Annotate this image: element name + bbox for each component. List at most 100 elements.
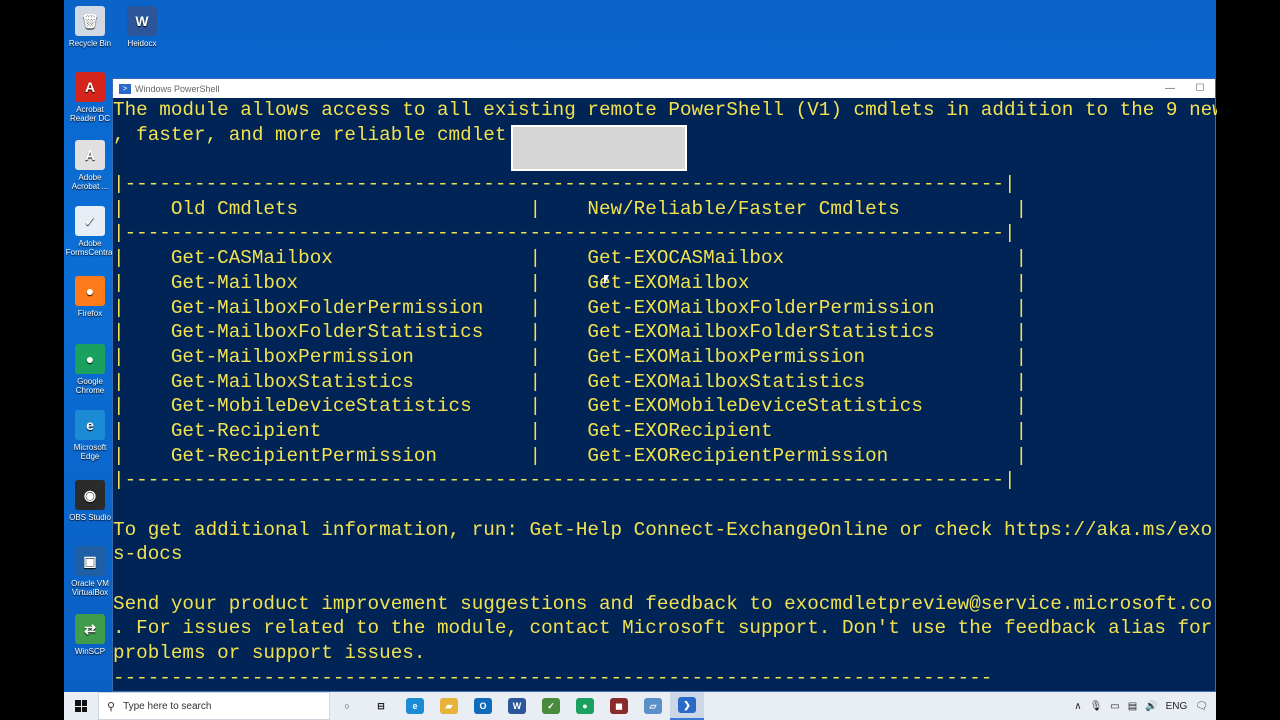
console-line: | Get-Mailbox | Get-EXOMailbox | (113, 271, 1028, 294)
chrome-icon: ● (576, 698, 594, 714)
desktop-icon[interactable]: A Acrobat Reader DC (64, 72, 116, 123)
taskbar-app-outlook[interactable]: O (466, 692, 500, 720)
console-line: | Get-MailboxPermission | Get-EXOMailbox… (113, 345, 1028, 368)
app-icon: 🗑 (75, 6, 105, 36)
console-line: |---------------------------------------… (113, 222, 1016, 245)
app-icon: ● (75, 344, 105, 374)
console-line: Send your product improvement suggestion… (113, 592, 1213, 615)
mouse-cursor-icon (604, 275, 609, 285)
desktop-icon-label: Recycle Bin (68, 39, 112, 48)
windows-logo-icon (75, 700, 87, 712)
app-icon: W (127, 6, 157, 36)
powershell-icon: > (119, 83, 131, 94)
volume-icon[interactable]: 🔊 (1145, 701, 1157, 712)
file-explorer-icon: ▰ (440, 698, 458, 714)
desktop-icon[interactable]: ⇄ WinSCP (64, 614, 116, 656)
minimize-button[interactable]: — (1155, 83, 1185, 94)
desktop-icon-label: Heidocx (127, 39, 157, 48)
console-line: |---------------------------------------… (113, 173, 1016, 196)
taskbar-app-terminal[interactable]: ▱ (636, 692, 670, 720)
network-icon[interactable]: ▭ (1110, 701, 1119, 712)
tray-chevron-icon[interactable]: ∧ (1074, 701, 1081, 712)
console-line: | Get-MailboxFolderStatistics | Get-EXOM… (113, 321, 1028, 344)
desktop-icon[interactable]: A Adobe Acrobat ... (64, 140, 116, 191)
display-icon[interactable]: ▤ (1128, 701, 1137, 712)
app-icon: ⇄ (75, 614, 105, 644)
outlook-icon: O (474, 698, 492, 714)
desktop-icon[interactable]: ● Google Chrome (64, 344, 116, 395)
desktop-icon-label: Google Chrome (75, 377, 105, 395)
console-line: | Get-RecipientPermission | Get-EXORecip… (113, 444, 1028, 467)
console-line: | Get-Recipient | Get-EXORecipient | (113, 419, 1028, 442)
taskbar-app-task-view[interactable]: ○ (330, 692, 364, 720)
desktop-icon-label: WinSCP (74, 647, 106, 656)
app-icon: ▣ (75, 546, 105, 576)
desktop-icon-label: Acrobat Reader DC (69, 105, 110, 123)
app-icon: A (75, 72, 105, 102)
console-line: . For issues related to the module, cont… (113, 617, 1213, 640)
left-letterbox (0, 0, 64, 720)
powershell-icon: ❯ (678, 697, 696, 713)
taskbar-app-edge[interactable]: e (398, 692, 432, 720)
desktop-icon-label: Oracle VM VirtualBox (71, 579, 109, 597)
right-letterbox (1216, 0, 1280, 720)
edge-icon: e (406, 698, 424, 714)
maximize-button[interactable]: ☐ (1185, 83, 1215, 94)
app-icon: ◉ (75, 480, 105, 510)
desktop-icon-label: Adobe FormsCentral (65, 239, 115, 257)
taskbar-app-chrome[interactable]: ● (568, 692, 602, 720)
powershell-window[interactable]: > Windows PowerShell — ☐ The module allo… (112, 78, 1217, 692)
console-output[interactable]: The module allows access to all existing… (113, 98, 1217, 692)
widgets-icon: ⊟ (377, 700, 385, 711)
desktop-icon[interactable]: ✓ Adobe FormsCentral (64, 206, 116, 257)
console-line: problems or support issues. (113, 642, 426, 665)
taskbar-app-excel-like[interactable]: ✓ (534, 692, 568, 720)
window-titlebar[interactable]: > Windows PowerShell — ☐ (113, 79, 1215, 98)
desktop-icon-label: Microsoft Edge (73, 443, 107, 461)
console-line: | Old Cmdlets | New/Reliable/Faster Cmdl… (113, 197, 1028, 220)
screen-recorder-icon: ◼ (610, 698, 628, 714)
app-icon: A (75, 140, 105, 170)
taskbar-app-powershell[interactable]: ❯ (670, 692, 704, 720)
taskbar-app-file-explorer[interactable]: ▰ (432, 692, 466, 720)
console-line: |---------------------------------------… (113, 469, 1016, 492)
language-indicator[interactable]: ENG (1166, 701, 1188, 712)
desktop-icon[interactable]: 🗑 Recycle Bin (64, 6, 116, 48)
console-line: s-docs (113, 543, 183, 566)
console-line: To get additional information, run: Get-… (113, 518, 1213, 541)
system-tray: ∧ 🎙 ▭ ▤ 🔊 ENG 🗨 (1074, 701, 1216, 712)
desktop-icon[interactable]: e Microsoft Edge (64, 410, 116, 461)
console-line: | Get-MobileDeviceStatistics | Get-EXOMo… (113, 395, 1028, 418)
app-icon: ✓ (75, 206, 105, 236)
search-icon: ⚲ (107, 700, 116, 713)
taskbar-app-word[interactable]: W (500, 692, 534, 720)
desktop-icon[interactable]: ▣ Oracle VM VirtualBox (64, 546, 116, 597)
desktop-icon[interactable]: ◉ OBS Studio (64, 480, 116, 522)
console-line: | Get-MailboxStatistics | Get-EXOMailbox… (113, 370, 1028, 393)
taskbar: ⚲ Type here to search ○ ⊟ e ▰ O W ✓ ● ◼ ▱ ❯ ∧ 🎙 ▭ … (64, 692, 1216, 720)
taskbar-search-box[interactable]: ⚲ Type here to search (98, 692, 330, 720)
console-line: The module allows access to all existing… (113, 99, 1217, 121)
task-view-icon: ○ (344, 701, 350, 711)
start-button[interactable] (64, 692, 98, 720)
console-line: ----------------------------------------… (113, 666, 993, 689)
desktop-icon-label: OBS Studio (69, 513, 111, 522)
app-icon: ● (75, 276, 105, 306)
console-line: | Get-CASMailbox | Get-EXOCASMailbox | (113, 247, 1028, 270)
desktop-icon[interactable]: ● Firefox (64, 276, 116, 318)
taskbar-app-widgets[interactable]: ⊟ (364, 692, 398, 720)
search-placeholder: Type here to search (123, 700, 212, 712)
console-line: | Get-MailboxFolderPermission | Get-EXOM… (113, 296, 1028, 319)
excel-like-icon: ✓ (542, 698, 560, 714)
desktop-icon-label: Adobe Acrobat ... (71, 173, 109, 191)
window-title: Windows PowerShell (135, 83, 220, 94)
notification-icon[interactable]: 🗨 (1195, 701, 1208, 712)
taskbar-app-screen-recorder[interactable]: ◼ (602, 692, 636, 720)
microphone-icon[interactable]: 🎙 (1090, 701, 1103, 712)
desktop-icon[interactable]: W Heidocx (116, 6, 168, 48)
app-icon: e (75, 410, 105, 440)
word-icon: W (508, 698, 526, 714)
redaction-box (511, 125, 687, 171)
